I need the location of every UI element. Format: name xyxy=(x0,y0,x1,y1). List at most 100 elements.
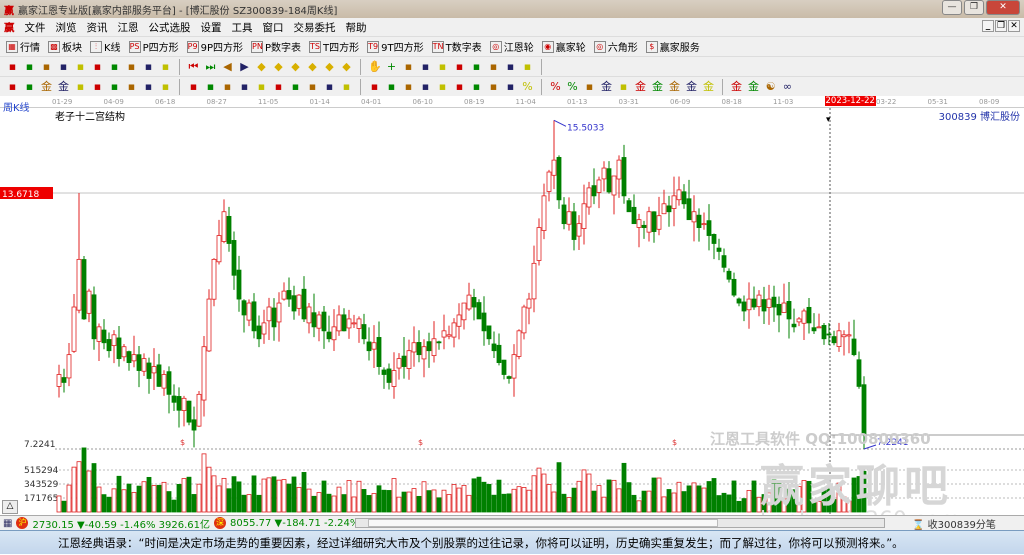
calculator-icon[interactable]: ▪ xyxy=(470,60,483,74)
pct2-icon[interactable]: % xyxy=(566,80,579,94)
diamond-1-icon[interactable]: ◆ xyxy=(255,60,268,74)
menu-item-5[interactable]: 设置 xyxy=(201,20,222,35)
save-icon[interactable]: ▪ xyxy=(6,60,19,74)
target-icon[interactable]: ▪ xyxy=(204,80,217,94)
mdi-minimize-button[interactable]: _ xyxy=(982,20,994,32)
hand-icon[interactable]: ✋ xyxy=(368,60,382,74)
candle-icon[interactable]: ▪ xyxy=(108,60,121,74)
ruler-icon[interactable]: ▪ xyxy=(23,80,36,94)
speed-icon[interactable]: ▪ xyxy=(272,80,285,94)
doc-icon[interactable]: ▪ xyxy=(57,60,70,74)
pct-icon[interactable]: % xyxy=(521,80,534,94)
menu-item-9[interactable]: 帮助 xyxy=(346,20,367,35)
circle-icon[interactable]: ▪ xyxy=(125,80,138,94)
toolbar-button-1[interactable]: ▩ 板块 xyxy=(48,39,82,54)
coin-icon[interactable]: ▪ xyxy=(583,80,596,94)
menu-item-1[interactable]: 浏览 xyxy=(56,20,77,35)
toolbar-button-2[interactable]: ⫶ K线 xyxy=(90,39,121,54)
toolbar-button-12[interactable]: $ 赢家服务 xyxy=(645,39,700,54)
toolbar-button-8[interactable]: TN T数字表 xyxy=(431,39,482,54)
pen-icon[interactable]: ▪ xyxy=(6,80,19,94)
cube2-icon[interactable]: ▪ xyxy=(402,80,415,94)
gold10-icon[interactable]: 金 xyxy=(747,80,760,94)
wave-icon[interactable]: ▪ xyxy=(91,80,104,94)
maximize-button[interactable]: ❐ xyxy=(964,0,984,15)
crosshair-icon[interactable]: + xyxy=(385,60,398,74)
left-icon[interactable]: ◀ xyxy=(221,60,234,74)
minimize-button[interactable]: — xyxy=(942,0,962,15)
triangle-toggle[interactable]: △ xyxy=(2,500,18,514)
gold8-icon[interactable]: 金 xyxy=(702,80,715,94)
first-icon[interactable]: ⏮ xyxy=(187,60,200,74)
right-icon[interactable]: ▶ xyxy=(238,60,251,74)
collect-ticks-button[interactable]: ⌛ 收300839分笔 xyxy=(912,516,996,531)
toolbar-button-9[interactable]: ◎ 江恩轮 xyxy=(489,39,534,54)
menu-item-7[interactable]: 窗口 xyxy=(263,20,284,35)
gold5-icon[interactable]: 金 xyxy=(651,80,664,94)
last-icon[interactable]: ⏭ xyxy=(204,60,217,74)
diamond-2-icon[interactable]: ◆ xyxy=(272,60,285,74)
menu-item-6[interactable]: 工具 xyxy=(232,20,253,35)
toolbar-button-4[interactable]: P9 9P四方形 xyxy=(186,39,243,54)
copy-icon[interactable]: ▪ xyxy=(40,60,53,74)
gold6-icon[interactable]: 金 xyxy=(668,80,681,94)
menu-item-4[interactable]: 公式选股 xyxy=(149,20,191,35)
menu-item-3[interactable]: 江恩 xyxy=(118,20,139,35)
gold9-icon[interactable]: 金 xyxy=(730,80,743,94)
line-icon[interactable]: ▪ xyxy=(402,60,415,74)
truck-icon[interactable]: ▪ xyxy=(521,60,534,74)
toolbar-button-3[interactable]: PS P四方形 xyxy=(128,39,179,54)
calendar-icon[interactable]: ▪ xyxy=(453,60,466,74)
gold-2-icon[interactable]: 金 xyxy=(57,80,70,94)
mdi-close-button[interactable]: ✕ xyxy=(1008,20,1020,32)
fan-icon[interactable]: ▪ xyxy=(289,80,302,94)
horizontal-scrollbar[interactable] xyxy=(355,518,885,528)
toolbar-button-11[interactable]: ◎ 六角形 xyxy=(593,39,638,54)
star-icon[interactable]: ▪ xyxy=(221,80,234,94)
dropdown-icon[interactable]: ▪ xyxy=(125,60,138,74)
chart-a-icon[interactable]: ▪ xyxy=(74,60,87,74)
diamond-3-icon[interactable]: ◆ xyxy=(289,60,302,74)
ratio-icon[interactable]: ▪ xyxy=(255,80,268,94)
gold7-icon[interactable]: 金 xyxy=(685,80,698,94)
grid3-icon[interactable]: ▪ xyxy=(453,80,466,94)
globe-icon[interactable]: ▪ xyxy=(436,60,449,74)
toolbar-button-0[interactable]: ▦ 行情 xyxy=(6,39,40,54)
check-icon[interactable]: ▪ xyxy=(436,80,449,94)
percent-icon[interactable]: % xyxy=(549,80,562,94)
flag-icon[interactable]: ▪ xyxy=(159,60,172,74)
grid-icon[interactable]: ▪ xyxy=(142,80,155,94)
table-icon[interactable]: ▪ xyxy=(487,60,500,74)
weight-icon[interactable]: ▪ xyxy=(142,60,155,74)
toolbar-button-6[interactable]: TS T四方形 xyxy=(309,39,359,54)
node-icon[interactable]: ▪ xyxy=(419,60,432,74)
menu-item-8[interactable]: 交易委托 xyxy=(294,20,336,35)
gold3-icon[interactable]: 金 xyxy=(600,80,613,94)
angle-icon[interactable]: ▪ xyxy=(187,80,200,94)
mdi-restore-button[interactable]: ❐ xyxy=(995,20,1007,32)
grid2-icon[interactable]: ▪ xyxy=(306,80,319,94)
grid4-icon[interactable]: ▪ xyxy=(470,80,483,94)
box-icon[interactable]: ▪ xyxy=(238,80,251,94)
grid-icon[interactable]: ▦ xyxy=(3,518,12,529)
diamond-4-icon[interactable]: ◆ xyxy=(306,60,319,74)
scroll-thumb[interactable] xyxy=(368,519,718,527)
angle2-icon[interactable]: ▪ xyxy=(419,80,432,94)
gold-1-icon[interactable]: 金 xyxy=(40,80,53,94)
line2-icon[interactable]: ▪ xyxy=(504,80,517,94)
n2-icon[interactable]: ▪ xyxy=(159,80,172,94)
dropdown-icon[interactable]: ▪ xyxy=(23,60,36,74)
fan2-icon[interactable]: ▪ xyxy=(368,80,381,94)
toolbar-button-5[interactable]: PN P数字表 xyxy=(251,39,301,54)
toolbar-button-7[interactable]: T9 9T四方形 xyxy=(367,39,424,54)
yin-yang-icon[interactable]: ☯ xyxy=(764,80,777,94)
fork-icon[interactable]: ▪ xyxy=(74,80,87,94)
gold4-icon[interactable]: 金 xyxy=(634,80,647,94)
window-icon[interactable]: ▪ xyxy=(504,60,517,74)
menu-item-2[interactable]: 资讯 xyxy=(87,20,108,35)
arrow-icon[interactable]: ▪ xyxy=(617,80,630,94)
close-button[interactable]: ✕ xyxy=(986,0,1020,15)
toolbar-button-10[interactable]: ◉ 赢家轮 xyxy=(541,39,586,54)
diamond-5-icon[interactable]: ◆ xyxy=(323,60,336,74)
chart-b-icon[interactable]: ▪ xyxy=(91,60,104,74)
